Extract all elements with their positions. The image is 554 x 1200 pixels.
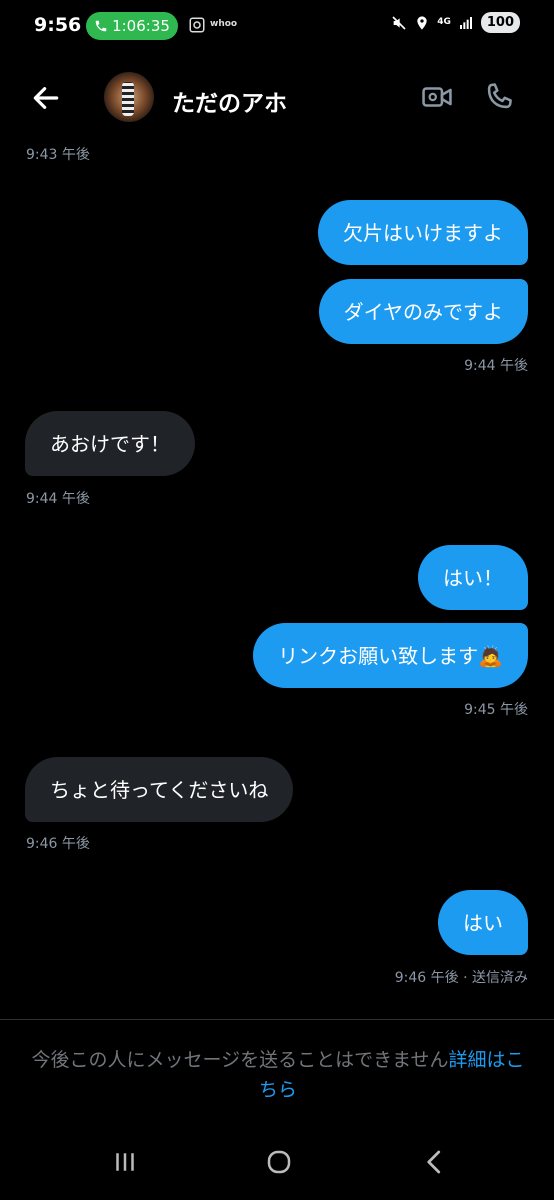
system-navigation-bar xyxy=(0,1125,554,1200)
recent-apps-icon[interactable] xyxy=(110,1147,140,1177)
message-timestamp: 9:45 午後 xyxy=(464,702,528,718)
call-duration: 1:06:35 xyxy=(112,17,170,35)
back-chevron-icon[interactable] xyxy=(420,1147,450,1177)
message-timestamp: 9:46 午後 xyxy=(26,836,90,852)
phone-call-icon xyxy=(95,20,107,32)
status-time: 9:56 xyxy=(34,14,82,36)
sent-message-bubble[interactable]: リンクお願い致します🙇 xyxy=(253,623,528,688)
signal-icon xyxy=(459,16,472,29)
status-bar: 9:56 1:06:35 whoo 4G 100 xyxy=(0,0,554,56)
contact-name[interactable]: ただのアホ xyxy=(172,84,287,118)
messaging-restricted-notice: 今後この人にメッセージを送ることはできません詳細はこちら xyxy=(26,1045,530,1105)
video-call-icon[interactable] xyxy=(420,80,454,114)
mute-icon xyxy=(392,15,406,30)
status-indicators: 4G 100 xyxy=(391,12,520,33)
sent-message-bubble[interactable]: はい xyxy=(438,890,528,955)
message-timestamp: 9:44 午後 xyxy=(464,358,528,374)
home-icon[interactable] xyxy=(264,1147,294,1177)
notice-text: 今後この人にメッセージを送ることはできません xyxy=(31,1049,449,1071)
conversation-header: ただのアホ xyxy=(0,66,554,128)
phone-icon[interactable] xyxy=(482,80,516,114)
ongoing-call-pill[interactable]: 1:06:35 xyxy=(86,12,178,40)
back-arrow-icon[interactable] xyxy=(30,82,62,114)
message-status-timestamp: 9:46 午後 · 送信済み xyxy=(394,970,528,986)
screenshot-app-icon xyxy=(189,17,205,33)
app-notification-label: whoo xyxy=(210,19,238,29)
message-timestamp: 9:43 午後 xyxy=(26,147,90,163)
location-icon xyxy=(417,15,427,30)
sent-message-bubble[interactable]: 欠片はいけますよ xyxy=(318,200,528,265)
sent-message-bubble[interactable]: ダイヤのみですよ xyxy=(318,279,528,344)
contact-avatar[interactable] xyxy=(104,72,154,122)
sent-message-bubble[interactable]: はい！ xyxy=(418,545,528,610)
battery-indicator: 100 xyxy=(480,12,520,33)
received-message-bubble[interactable]: ちょと待ってくださいね xyxy=(25,757,294,822)
divider xyxy=(0,1019,554,1020)
network-type: 4G xyxy=(437,17,451,27)
received-message-bubble[interactable]: あおけです！ xyxy=(25,411,195,476)
message-timestamp: 9:44 午後 xyxy=(26,491,90,507)
